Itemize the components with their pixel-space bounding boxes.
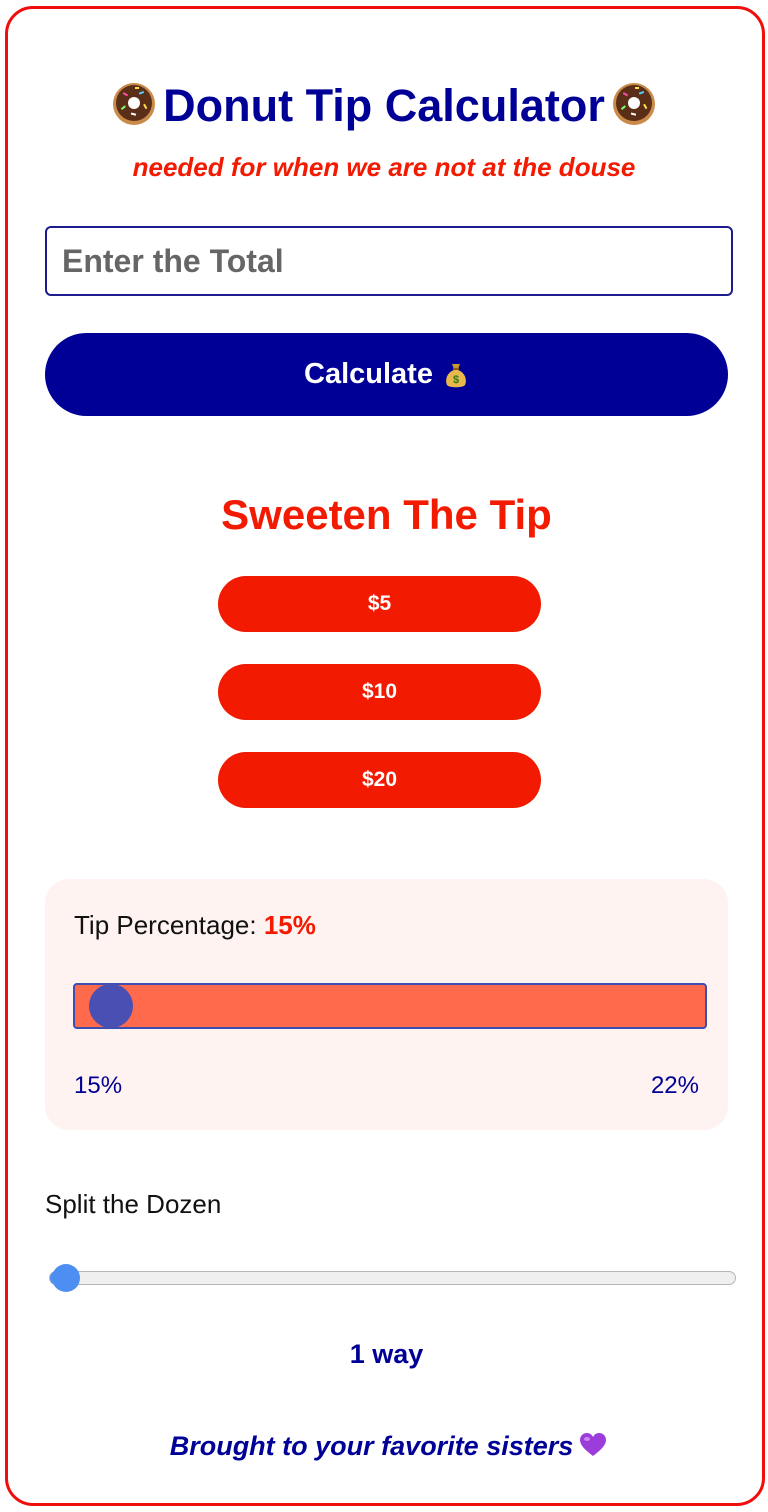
tip-percentage-panel: Tip Percentage: 15% 15% 22%: [45, 879, 728, 1130]
donut-icon: [612, 83, 655, 125]
split-slider-thumb[interactable]: [52, 1264, 80, 1292]
tip-slider-thumb[interactable]: [89, 984, 133, 1028]
donut-icon: [113, 83, 156, 125]
footer-label: Brought to your favorite sisters: [169, 1431, 574, 1461]
total-input[interactable]: [45, 226, 733, 296]
split-value: 1 way: [349, 1339, 424, 1369]
tip-percentage-value: 15%: [263, 910, 316, 940]
money-bag-icon: $: [446, 363, 466, 387]
purple-heart-icon: [580, 1433, 607, 1456]
calculate-button[interactable]: Calculate $: [45, 333, 728, 416]
title-text: Donut Tip Calculator: [163, 80, 605, 131]
tip-10-button[interactable]: $10: [218, 664, 541, 720]
tip-20-button[interactable]: $20: [218, 752, 541, 808]
page-title: Donut Tip Calculator: [0, 76, 768, 136]
svg-text:$: $: [453, 374, 459, 386]
sweeten-heading: Sweeten The Tip: [221, 491, 552, 538]
tip-5-button[interactable]: $5: [218, 576, 541, 632]
tip-percentage-label: Tip Percentage: 15%: [74, 909, 316, 941]
footer-text: Brought to your favorite sisters: [0, 1428, 768, 1464]
tip-range-min: 15%: [74, 1072, 123, 1099]
tip-percentage-text: Tip Percentage:: [74, 910, 257, 940]
calculate-label: Calculate: [304, 358, 433, 390]
split-slider[interactable]: [49, 1264, 736, 1292]
page-subtitle: needed for when we are not at the douse: [132, 152, 636, 182]
tip-range-max: 22%: [650, 1072, 699, 1099]
split-label: Split the Dozen: [45, 1189, 222, 1219]
tip-percentage-slider[interactable]: [73, 983, 707, 1029]
